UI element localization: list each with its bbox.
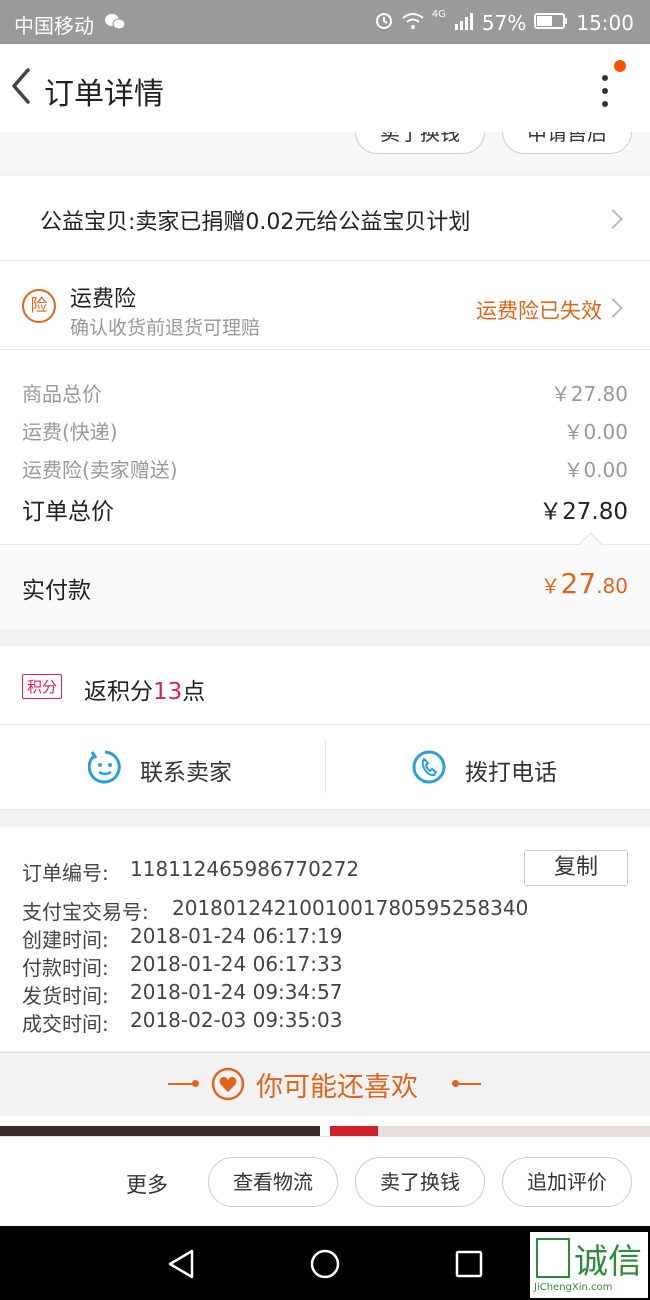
- product-image-strip[interactable]: [0, 1116, 650, 1136]
- after-sale-button-top[interactable]: 申请售后: [502, 132, 632, 154]
- deal-time-value: 2018-02-03 09:35:03: [130, 1008, 343, 1032]
- watermark-logo: 诚信 JiChengXin.com: [530, 1232, 648, 1298]
- charity-text: 公益宝贝:卖家已捐赠0.02元给公益宝贝计划: [40, 210, 471, 235]
- clock-time: 15:00: [576, 10, 634, 35]
- paid-time-label: 付款时间:: [22, 956, 109, 980]
- watermark-icon: [536, 1238, 570, 1278]
- copy-button[interactable]: 复制: [524, 850, 628, 886]
- shipped-time-value: 2018-01-24 09:34:57: [130, 980, 343, 1004]
- more-menu-icon[interactable]: [598, 72, 612, 108]
- sell-exchange-button[interactable]: 卖了换钱: [355, 1157, 485, 1207]
- bottom-action-bar: 更多 查看物流 卖了换钱 追加评价: [0, 1136, 650, 1227]
- order-number-value: 118112465986770272: [130, 857, 360, 881]
- system-nav-bar: 诚信 JiChengXin.com: [0, 1226, 650, 1300]
- points-prefix: 返积分: [84, 679, 153, 705]
- price-row-goods: 商品总价 ￥27.80: [22, 378, 628, 407]
- order-info: 复制 订单编号: 118112465986770272 支付宝交易号: 2018…: [0, 827, 650, 1051]
- points-count: 13: [153, 679, 183, 705]
- price-row-shipping: 运费(快递) ￥0.00: [22, 416, 628, 445]
- created-time-value: 2018-01-24 06:17:19: [130, 924, 343, 948]
- points-row: 积分 返积分13点: [0, 646, 650, 725]
- product-image[interactable]: [330, 1126, 378, 1136]
- product-image[interactable]: [0, 1126, 320, 1136]
- insurance-subtitle: 确认收货前退货可理赔: [70, 317, 261, 339]
- alarm-icon: [374, 10, 394, 35]
- recents-square-icon[interactable]: [455, 1250, 483, 1282]
- shipped-time-label: 发货时间:: [22, 984, 109, 1008]
- price-summary: 商品总价 ￥27.80 运费(快递) ￥0.00 运费险(卖家赠送) ￥0.00…: [0, 350, 650, 544]
- more-button[interactable]: 更多: [126, 1169, 168, 1199]
- home-circle-icon[interactable]: [309, 1248, 341, 1284]
- paid-currency: ￥: [540, 574, 561, 598]
- notification-dot: [614, 60, 626, 72]
- paid-label: 实付款: [22, 578, 91, 604]
- heart-icon: [211, 1067, 245, 1105]
- created-time-label: 创建时间:: [22, 928, 109, 952]
- status-right: 4G 57% 15:00: [374, 9, 634, 35]
- recommend-title: 你可能还喜欢: [256, 1072, 418, 1103]
- phone-icon: [412, 750, 446, 788]
- app-header: 订单详情: [0, 44, 650, 132]
- contact-seller-label: 联系卖家: [140, 760, 232, 786]
- chevron-right-icon: [603, 298, 623, 318]
- product-image[interactable]: [378, 1126, 650, 1136]
- alipay-trade-value: 2018012421001001780595258340: [172, 896, 529, 920]
- page-title: 订单详情: [44, 77, 164, 112]
- deal-time-label: 成交时间:: [22, 1012, 109, 1036]
- paid-row: 实付款 ￥27.80: [0, 532, 650, 629]
- paid-integer: 27: [560, 567, 597, 600]
- total-label: 订单总价: [22, 499, 114, 525]
- chevron-right-icon: [603, 209, 623, 229]
- network-type: 4G: [431, 9, 446, 20]
- insurance-status: 运费险已失效: [476, 299, 602, 323]
- insurance-title: 运费险: [70, 287, 137, 312]
- add-review-button[interactable]: 追加评价: [502, 1157, 632, 1207]
- points-text: 返积分13点: [84, 672, 205, 706]
- divider: [455, 1083, 481, 1085]
- status-bar: 中国移动 4G 57% 15:00: [0, 0, 650, 44]
- price-label: 商品总价: [22, 382, 102, 406]
- price-row-insurance: 运费险(卖家赠送) ￥0.00: [22, 454, 628, 483]
- recommend-header: 你可能还喜欢: [0, 1052, 650, 1117]
- insurance-icon: 险: [22, 289, 56, 323]
- order-number-label: 订单编号:: [22, 861, 109, 885]
- price-value: ￥0.00: [563, 420, 628, 444]
- carrier-label: 中国移动: [14, 14, 94, 38]
- divider-dot: [192, 1080, 199, 1087]
- insurance-row[interactable]: 险 运费险 确认收货前退货可理赔 运费险已失效: [0, 261, 650, 350]
- call-phone-button[interactable]: 拨打电话: [326, 725, 650, 809]
- wechat-icon: [104, 12, 126, 30]
- wifi-icon: [402, 11, 424, 35]
- charity-row[interactable]: 公益宝贝:卖家已捐赠0.02元给公益宝贝计划: [0, 176, 650, 261]
- points-badge: 积分: [22, 674, 63, 699]
- back-triangle-icon[interactable]: [166, 1248, 196, 1284]
- battery-percent: 57%: [481, 10, 527, 35]
- paid-amount: ￥27.80: [541, 567, 628, 600]
- contact-row: 联系卖家 拨打电话: [0, 725, 650, 810]
- price-label: 运费(快递): [22, 420, 118, 444]
- back-button[interactable]: [8, 66, 36, 106]
- view-logistics-button[interactable]: 查看物流: [208, 1157, 338, 1207]
- battery-icon: [534, 11, 568, 35]
- total-value: ￥27.80: [539, 499, 628, 525]
- call-phone-label: 拨打电话: [465, 760, 557, 786]
- chat-face-icon: [87, 750, 122, 788]
- watermark-text: 诚信: [574, 1242, 642, 1282]
- signal-icon: [454, 11, 474, 35]
- price-value: ￥27.80: [550, 382, 628, 406]
- top-action-strip: 卖了换钱 申请售后: [0, 132, 650, 172]
- alipay-trade-label: 支付宝交易号:: [22, 900, 149, 924]
- price-row-total: 订单总价 ￥27.80: [22, 492, 628, 526]
- price-value: ￥0.00: [563, 458, 628, 482]
- price-label: 运费险(卖家赠送): [22, 458, 178, 482]
- paid-time-value: 2018-01-24 06:17:33: [130, 952, 343, 976]
- watermark-subtext: JiChengXin.com: [534, 1282, 613, 1293]
- paid-decimal: .80: [596, 574, 628, 598]
- sell-exchange-button-top[interactable]: 卖了换钱: [355, 132, 485, 154]
- points-suffix: 点: [182, 679, 206, 705]
- contact-seller-button[interactable]: 联系卖家: [0, 725, 325, 809]
